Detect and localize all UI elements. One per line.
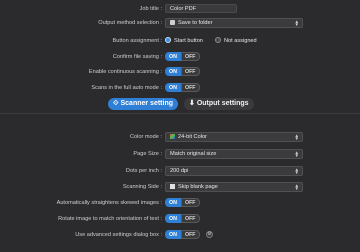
color-mode-row: Color mode : 24-bit Color ▲ ▼ <box>0 132 360 142</box>
dropdown-arrows-icon: ▲ ▼ <box>294 133 299 141</box>
confirm-file-saving-label: Confirm file saving : <box>112 54 162 60</box>
toggle-off[interactable]: OFF <box>180 67 200 76</box>
dpi-value: 200 dpi <box>170 168 189 174</box>
tab-output-settings-label: Output settings <box>196 100 249 107</box>
toggle-on[interactable]: ON <box>165 198 181 207</box>
toggle-on[interactable]: ON <box>165 83 181 92</box>
job-title-input[interactable]: Color PDF <box>165 4 237 13</box>
color-mode-value: 24-bit Color <box>178 134 207 140</box>
rotate-image-label: Rotate image to match orientation of tex… <box>58 216 162 222</box>
dpi-row: Dots per inch : 200 dpi ▲ ▼ <box>0 166 360 176</box>
continuous-scanning-toggle[interactable]: ON OFF <box>165 67 200 76</box>
confirm-file-saving-toggle[interactable]: ON OFF <box>165 52 200 61</box>
job-title-label: Job title : <box>139 6 162 12</box>
radio-start-button[interactable]: Start button <box>165 36 203 46</box>
download-arrow-icon: ⬇ <box>189 100 195 107</box>
radio-not-assigned-label: Not assigned <box>224 38 257 44</box>
job-title-row: Job title : Color PDF <box>0 4 360 14</box>
output-method-value: Save to folder <box>178 20 213 26</box>
section-divider <box>0 113 360 114</box>
dropdown-arrows-icon: ▲ ▼ <box>294 19 299 27</box>
full-auto-mode-row: Scans in the full auto mode : ON OFF <box>0 83 360 93</box>
toggle-off[interactable]: OFF <box>180 83 200 92</box>
straighten-skewed-label: Automatically straightens skewed images … <box>56 200 162 206</box>
output-method-label: Output method selection : <box>98 20 162 26</box>
scanning-side-dropdown[interactable]: Skip blank page ▲ ▼ <box>165 182 303 192</box>
toggle-on[interactable]: ON <box>165 52 181 61</box>
radio-unselected-icon <box>215 37 221 43</box>
page-icon <box>170 183 175 189</box>
folder-icon <box>170 19 175 25</box>
toggle-on[interactable]: ON <box>165 214 181 223</box>
scanning-side-row: Scanning Side : Skip blank page ▲ ▼ <box>0 182 360 192</box>
toggle-off[interactable]: OFF <box>180 230 200 239</box>
color-mode-dropdown[interactable]: 24-bit Color ▲ ▼ <box>165 132 303 142</box>
radio-selected-icon <box>165 37 171 43</box>
settings-gear-icon[interactable]: ⚙ <box>206 231 213 238</box>
scan-settings-panel: Job title : Color PDF Output method sele… <box>0 0 360 252</box>
toggle-off[interactable]: OFF <box>180 214 200 223</box>
dropdown-arrows-icon: ▲ ▼ <box>294 183 299 191</box>
dropdown-arrows-icon: ▲ ▼ <box>294 150 299 158</box>
toggle-off[interactable]: OFF <box>180 198 200 207</box>
settings-tabs: ⟐ Scanner setting ⬇ Output settings <box>108 98 254 110</box>
tab-output-settings[interactable]: ⬇ Output settings <box>184 98 254 110</box>
dpi-dropdown[interactable]: 200 dpi ▲ ▼ <box>165 166 303 176</box>
straighten-skewed-row: Automatically straightens skewed images … <box>0 198 360 208</box>
toggle-on[interactable]: ON <box>165 230 181 239</box>
scanner-icon: ⟐ <box>113 100 119 107</box>
full-auto-mode-toggle[interactable]: ON OFF <box>165 83 200 92</box>
button-assignment-row: Button assignment : Start button Not ass… <box>0 36 360 46</box>
advanced-dialog-toggle[interactable]: ON OFF <box>165 230 200 239</box>
rotate-image-row: Rotate image to match orientation of tex… <box>0 214 360 224</box>
toggle-off[interactable]: OFF <box>180 52 200 61</box>
page-size-label: Page Size : <box>133 151 162 157</box>
output-method-row: Output method selection : Save to folder… <box>0 18 360 28</box>
page-size-dropdown[interactable]: Match original size ▲ ▼ <box>165 149 303 159</box>
advanced-dialog-row: Use advanced settings dialog box : ON OF… <box>0 230 360 240</box>
output-method-dropdown[interactable]: Save to folder ▲ ▼ <box>165 18 303 28</box>
button-assignment-label: Button assignment : <box>112 38 162 44</box>
toggle-on[interactable]: ON <box>165 67 181 76</box>
page-size-row: Page Size : Match original size ▲ ▼ <box>0 149 360 159</box>
full-auto-mode-label: Scans in the full auto mode : <box>91 85 162 91</box>
scanning-side-label: Scanning Side : <box>122 184 162 190</box>
straighten-skewed-toggle[interactable]: ON OFF <box>165 198 200 207</box>
continuous-scanning-row: Enable continuous scanning : ON OFF <box>0 67 360 77</box>
color-swatch-icon <box>170 133 175 139</box>
page-size-value: Match original size <box>170 151 217 157</box>
tab-scanner-setting[interactable]: ⟐ Scanner setting <box>108 98 178 110</box>
confirm-file-saving-row: Confirm file saving : ON OFF <box>0 52 360 62</box>
radio-start-label: Start button <box>174 38 203 44</box>
dropdown-arrows-icon: ▲ ▼ <box>294 167 299 175</box>
color-mode-label: Color mode : <box>129 134 162 140</box>
scanning-side-value: Skip blank page <box>178 184 218 190</box>
radio-not-assigned[interactable]: Not assigned <box>215 36 257 46</box>
tab-scanner-setting-label: Scanner setting <box>120 100 173 107</box>
advanced-dialog-label: Use advanced settings dialog box : <box>75 232 162 238</box>
dpi-label: Dots per inch : <box>125 168 162 174</box>
rotate-image-toggle[interactable]: ON OFF <box>165 214 200 223</box>
continuous-scanning-label: Enable continuous scanning : <box>88 69 162 75</box>
